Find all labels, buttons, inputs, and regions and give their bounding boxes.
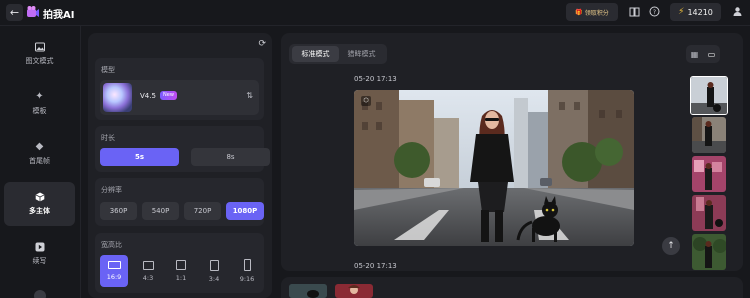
aspect-ratio-card: 宽高比 16:9 4:3 1:1 3:4 9:16 — [95, 233, 264, 293]
aspect-option-label: 3:4 — [208, 274, 220, 283]
grid-view-icon[interactable]: ▦ — [691, 50, 699, 59]
entry-timestamp: 05-20 17:13 — [354, 75, 397, 83]
aspect-option-9-16[interactable]: 9:16 — [233, 255, 261, 287]
resolution-option-540p[interactable]: 540P — [142, 202, 179, 220]
app-logo — [27, 6, 39, 17]
sidebar: 图文模式 ✦ 模板 ◆ 首尾帧 多主体 续写 — [0, 26, 81, 298]
sidebar-item-templates[interactable]: ✦ 模板 — [4, 82, 75, 126]
gift-icon: 🎁 — [575, 8, 583, 16]
resolution-option-360p[interactable]: 360P — [100, 202, 137, 220]
resolution-title: 分辨率 — [101, 186, 122, 194]
play-square-icon — [35, 242, 44, 252]
model-card: 模型 V4.5 New ⇅ — [95, 58, 264, 120]
list-view-icon[interactable]: ▭ — [708, 50, 716, 59]
new-badge: New — [160, 91, 177, 100]
generation-feed: 标准模式 猎眸模式 ▦ ▭ 05-20 17:13 ⬡ 05-20 17:13 … — [281, 33, 743, 271]
history-thumbnail[interactable] — [690, 76, 728, 115]
credits-balance[interactable]: ⚡ 14210 — [670, 3, 721, 21]
sidebar-item-multi-subject[interactable]: 多主体 — [4, 182, 75, 226]
sidebar-item-label: 多主体 — [29, 207, 50, 215]
aspect-option-label: 4:3 — [142, 273, 154, 282]
generated-video-preview[interactable]: ⬡ — [354, 90, 634, 246]
aspect-option-4-3[interactable]: 4:3 — [134, 255, 162, 287]
back-arrow-icon[interactable]: ← — [6, 4, 23, 21]
ratio-9-16-icon — [243, 259, 251, 271]
help-icon[interactable]: ? — [647, 5, 661, 19]
book-icon[interactable] — [627, 5, 641, 19]
claim-credits-button[interactable]: 🎁 领取积分 — [566, 3, 618, 21]
history-thumbnail[interactable] — [692, 156, 726, 192]
more-icon[interactable] — [34, 290, 46, 298]
refresh-icon[interactable]: ⟳ — [258, 39, 266, 49]
cube-icon — [35, 192, 44, 202]
sidebar-item-continue[interactable]: 续写 — [4, 232, 75, 276]
view-toggle: ▦ ▭ — [686, 45, 720, 63]
aspect-option-label: 16:9 — [106, 273, 122, 281]
resolution-card: 分辨率 360P 540P 720P 1080P — [95, 178, 264, 226]
resolution-option-1080p[interactable]: 1080P — [226, 202, 264, 220]
sidebar-item-label: 首尾帧 — [29, 157, 50, 165]
video-frame-image — [354, 90, 634, 246]
scroll-to-top-button[interactable]: ↑ — [662, 237, 680, 255]
svg-text:?: ? — [652, 9, 655, 16]
history-thumbnail[interactable] — [692, 117, 726, 153]
sparkle-icon: ✦ — [35, 91, 44, 102]
sidebar-item-label: 模板 — [32, 107, 47, 115]
duration-card: 时长 5s 8s — [95, 126, 270, 172]
aspect-option-3-4[interactable]: 3:4 — [200, 255, 228, 287]
adjust-icon: ⇅ — [246, 91, 253, 100]
sidebar-item-label: 图文模式 — [25, 57, 54, 65]
tab-standard-mode[interactable]: 标准模式 — [292, 46, 339, 62]
ratio-16-9-icon — [107, 261, 121, 269]
app-title: 拍我AI — [43, 10, 75, 21]
lightning-icon: ⚡ — [678, 7, 685, 17]
image-icon — [34, 42, 45, 52]
aspect-option-label: 1:1 — [175, 274, 187, 282]
duration-option-5s[interactable]: 5s — [100, 148, 179, 166]
credits-value: 14210 — [687, 7, 713, 17]
user-icon[interactable] — [730, 5, 744, 19]
duration-title: 时长 — [101, 134, 115, 142]
claim-credits-label: 领取积分 — [584, 9, 609, 17]
tab-alt-mode[interactable]: 猎眸模式 — [338, 46, 385, 62]
mode-tabs: 标准模式 猎眸模式 — [289, 44, 387, 64]
aspect-option-label: 9:16 — [239, 275, 255, 283]
model-title: 模型 — [101, 66, 115, 74]
model-thumbnail — [103, 83, 132, 112]
next-entry-thumbnail[interactable] — [335, 284, 373, 298]
video-type-icon: ⬡ — [361, 96, 371, 106]
sidebar-item-image-text[interactable]: 图文模式 — [4, 32, 75, 76]
ratio-4-3-icon — [142, 260, 154, 270]
diamond-frame-icon: ◆ — [35, 141, 44, 152]
history-thumbnail[interactable] — [692, 234, 726, 270]
next-entry-thumbnail[interactable] — [289, 284, 327, 298]
next-entry-strip — [281, 277, 743, 298]
settings-panel: ⟳ 模型 V4.5 New ⇅ 时长 5s 8s 分辨率 360P 540P 7… — [88, 33, 272, 298]
model-name: V4.5 — [140, 92, 156, 100]
aspect-option-16-9[interactable]: 16:9 — [100, 255, 128, 287]
ratio-1-1-icon — [176, 260, 186, 270]
top-bar: ← 拍我AI 🎁 领取积分 ? ⚡ 14210 — [0, 0, 750, 26]
history-thumbnail[interactable] — [692, 195, 726, 231]
aspect-ratio-title: 宽高比 — [101, 241, 122, 249]
sidebar-item-label: 续写 — [32, 257, 47, 265]
entry-timestamp: 05-20 17:13 — [354, 262, 397, 270]
model-selector[interactable]: V4.5 New ⇅ — [100, 80, 259, 115]
ratio-3-4-icon — [209, 259, 219, 271]
resolution-option-720p[interactable]: 720P — [184, 202, 221, 220]
sidebar-item-first-last-frame[interactable]: ◆ 首尾帧 — [4, 132, 75, 176]
duration-option-8s[interactable]: 8s — [191, 148, 270, 166]
aspect-option-1-1[interactable]: 1:1 — [167, 255, 195, 287]
